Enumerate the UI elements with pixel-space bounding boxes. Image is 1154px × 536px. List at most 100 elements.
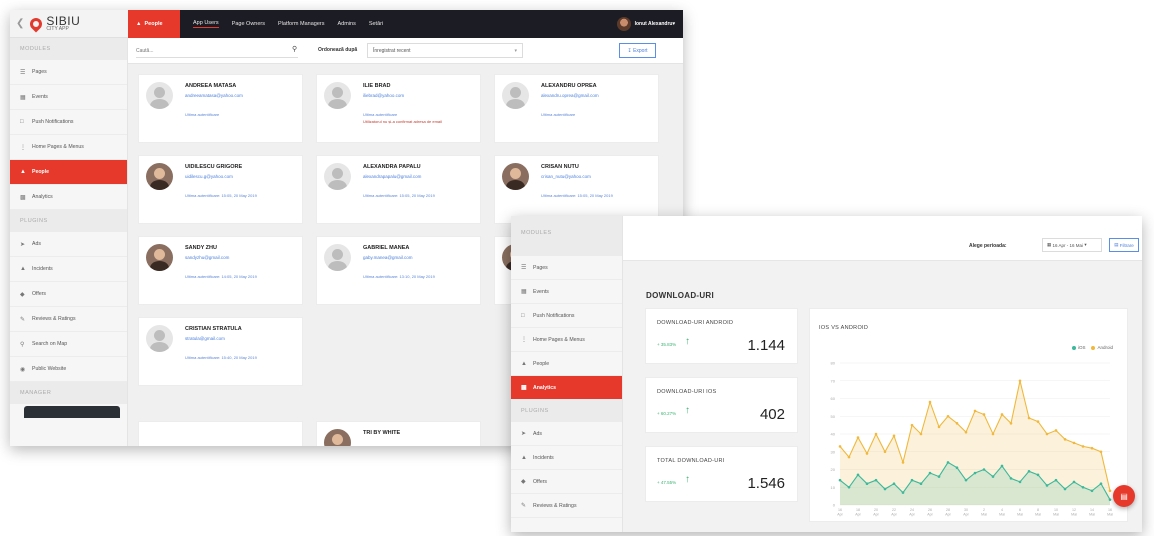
y-tick-label: 40 xyxy=(831,432,836,437)
person-card[interactable]: TRI BY WHITE xyxy=(316,421,481,446)
person-name[interactable]: SANDY ZHU xyxy=(185,245,217,251)
back-chevron-icon[interactable]: ❮ xyxy=(16,18,24,29)
filter-button[interactable]: ▤ Filtrare xyxy=(1109,238,1139,252)
avatar xyxy=(502,163,529,190)
sidebar-item-label: Home Pages & Menus xyxy=(533,336,585,343)
y-tick-label: 60 xyxy=(831,396,836,401)
data-point-android xyxy=(982,413,986,416)
sidebar-item-push-notifications[interactable]: □ Push Notifications xyxy=(511,304,622,328)
person-name[interactable]: ILIE BRAD xyxy=(363,83,391,89)
nav-link-page-owners[interactable]: Page Owners xyxy=(232,21,265,27)
person-email[interactable]: crisan_nutu@yahoo.com xyxy=(541,174,591,179)
x-tick-label: Apr xyxy=(909,513,915,517)
sidebar-item-reviews-ratings[interactable]: ✎ Reviews & Ratings xyxy=(10,307,127,332)
data-point-android xyxy=(892,434,896,438)
period-select[interactable]: ▦ 16 Apr - 16 Mai ▾ xyxy=(1042,238,1102,252)
person-name[interactable]: ANDREEA MATASA xyxy=(185,83,236,89)
person-email[interactable]: stratula@gmail.com xyxy=(185,336,225,341)
sidebar-item-events[interactable]: ▦ Events xyxy=(511,280,622,304)
sidebar-item-pages[interactable]: ☰ Pages xyxy=(511,256,622,280)
data-point-ios xyxy=(1018,480,1022,484)
stat-value: 1.546 xyxy=(747,475,785,492)
person-email[interactable]: gaby.manea@gmail.com xyxy=(363,255,413,260)
tag-icon: ◆ xyxy=(521,479,526,485)
user-menu[interactable]: Ionut Alexandru ▾ xyxy=(616,17,675,31)
person-last-login: Ultima autentificare: 13:10, 20 May 2019 xyxy=(363,274,435,279)
sidebar-item-analytics[interactable]: ▩ Analytics xyxy=(10,185,127,210)
sidebar-item-incidents[interactable]: ▲ Incidents xyxy=(10,257,127,282)
data-point-ios xyxy=(847,485,851,489)
sidebar-item-analytics[interactable]: ▩ Analytics xyxy=(511,376,622,400)
person-card[interactable]: ALEXANDRA PAPALU alexandrapapalu@gmail.co… xyxy=(316,155,481,224)
sidebar-item-ads[interactable]: ➤ Ads xyxy=(10,232,127,257)
sidebar-item-label: Offers xyxy=(533,478,548,485)
person-email[interactable]: andreeamatasa@yahoo.com xyxy=(185,93,243,98)
sidebar-item-label: Incidents xyxy=(533,454,554,461)
person-email[interactable]: iliebrad@yahoo.com xyxy=(363,93,404,98)
person-email[interactable]: sandyzhu@gmail.com xyxy=(185,255,229,260)
x-tick-label: 28 xyxy=(946,508,950,512)
data-point-android xyxy=(928,400,932,404)
person-card[interactable]: ALEXANDRU OPREA alexandru.oprea@gmail.com… xyxy=(494,74,659,143)
data-point-android xyxy=(973,409,977,413)
person-name[interactable]: CRISTIAN STRATULA xyxy=(185,326,242,332)
sidebar-item-search-on-map[interactable]: ⚲ Search on Map xyxy=(10,332,127,357)
data-point-android xyxy=(1099,450,1103,454)
y-tick-label: 70 xyxy=(831,378,836,383)
person-card[interactable]: ILIE BRAD iliebrad@yahoo.com Ultima autent… xyxy=(316,74,481,143)
person-card[interactable]: SANDY ZHU sandyzhu@gmail.com Ultima autent… xyxy=(138,236,303,305)
stat-growth: + 35.83% xyxy=(657,342,677,347)
person-card[interactable]: CRISAN NUTU crisan_nutu@yahoo.com Ultima a… xyxy=(494,155,659,224)
app-logo[interactable]: ❮ SIBIU CITY APP xyxy=(10,10,128,38)
notification-icon: □ xyxy=(521,312,525,319)
person-card[interactable]: ANDREEA MATASA andreeamatasa@yahoo.com Ult… xyxy=(138,74,303,143)
person-card[interactable]: GABRIEL MANEA gaby.manea@gmail.com Ultima … xyxy=(316,236,481,305)
sidebar-item-incidents[interactable]: ▲ Incidents xyxy=(511,446,622,470)
person-name[interactable]: CRISAN NUTU xyxy=(541,164,579,170)
sidebar-item-events[interactable]: ▦ Events xyxy=(10,85,127,110)
legend-label-ios[interactable]: iOS xyxy=(1078,345,1086,350)
sidebar-item-pages[interactable]: ☰ Pages xyxy=(10,60,127,85)
sidebar-item-people[interactable]: ▲ People xyxy=(10,160,127,185)
export-button[interactable]: ↧ Export xyxy=(619,43,656,58)
nav-link-platform-managers[interactable]: Platform Managers xyxy=(278,21,324,27)
sidebar-item-people[interactable]: ▲ People xyxy=(511,352,622,376)
chat-button[interactable]: ▤ xyxy=(1113,485,1135,507)
nav-link-admins[interactable]: Admins xyxy=(337,21,355,27)
person-last-login: Ultima autentificare xyxy=(541,112,576,117)
person-email[interactable]: alexandru.oprea@gmail.com xyxy=(541,93,599,98)
sidebar-item-public-website[interactable]: ◉ Public Website xyxy=(10,357,127,382)
person-card[interactable]: CRISTIAN STRATULA stratula@gmail.com Ultim… xyxy=(138,317,303,386)
sidebar-item-home-pages-menus[interactable]: ⋮ Home Pages & Menus xyxy=(511,328,622,352)
search-icon[interactable]: ⚲ xyxy=(292,45,297,53)
data-point-ios xyxy=(1108,498,1112,501)
person-email[interactable]: uidilescu.g@yahoo.com xyxy=(185,174,233,179)
person-name[interactable]: UIDILESCU GRIGORE xyxy=(185,164,242,170)
search-input[interactable] xyxy=(136,44,298,58)
nav-link-app-users[interactable]: App Users xyxy=(193,20,219,28)
person-card[interactable]: UIDILESCU GRIGORE uidilescu.g@yahoo.com Ul… xyxy=(138,155,303,224)
nav-link-settings[interactable]: Setări xyxy=(369,21,383,27)
x-tick-label: 24 xyxy=(910,508,914,512)
sidebar-item-home-pages-menus[interactable]: ⋮ Home Pages & Menus xyxy=(10,135,127,160)
person-name[interactable]: ALEXANDRA PAPALU xyxy=(363,164,421,170)
data-point-ios xyxy=(1081,485,1085,489)
y-tick-label: 20 xyxy=(831,467,836,472)
legend-label-android[interactable]: Android xyxy=(1097,345,1113,350)
person-name[interactable]: TRI BY WHITE xyxy=(363,430,400,436)
x-tick-label: Apr xyxy=(837,513,843,517)
sidebar-item-reviews-ratings[interactable]: ✎ Reviews & Ratings xyxy=(511,494,622,518)
sidebar-item-offers[interactable]: ◆ Offers xyxy=(511,470,622,494)
person-name[interactable]: ALEXANDRU OPREA xyxy=(541,83,597,89)
sidebar-item-offers[interactable]: ◆ Offers xyxy=(10,282,127,307)
person-card[interactable] xyxy=(138,421,303,446)
sidebar-item-push-notifications[interactable]: □ Push Notifications xyxy=(10,110,127,135)
sort-select[interactable]: Înregistrat recent ▾ xyxy=(367,43,523,58)
person-email[interactable]: alexandrapapalu@gmail.com xyxy=(363,174,421,179)
person-name[interactable]: GABRIEL MANEA xyxy=(363,245,409,251)
x-tick-label: 4 xyxy=(1001,508,1003,512)
sidebar-item-ads[interactable]: ➤ Ads xyxy=(511,422,622,446)
person-last-login: Ultima autentificare: 14:05, 20 May 2019 xyxy=(185,274,257,279)
nav-tab-people[interactable]: ▲ People xyxy=(128,10,180,38)
x-tick-label: Apr xyxy=(873,513,879,517)
